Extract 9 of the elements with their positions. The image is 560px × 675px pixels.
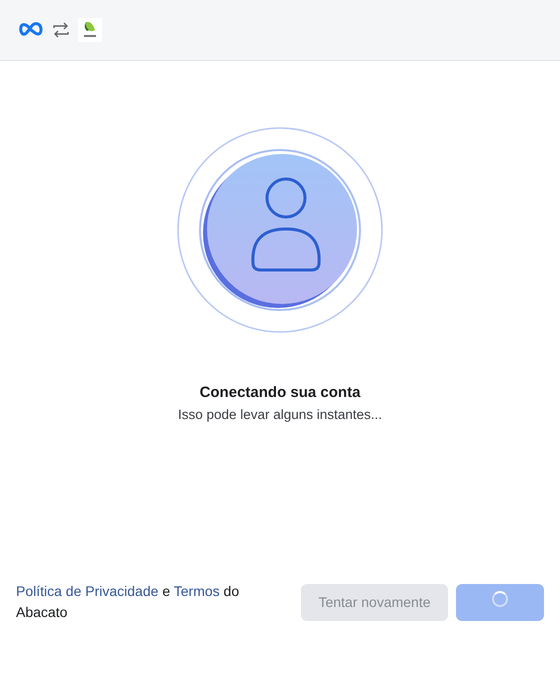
infinity-logo-icon: [18, 22, 44, 38]
status-title: Conectando sua conta: [200, 383, 360, 403]
legal-link[interactable]: Política de Privacidade: [16, 583, 158, 599]
legal-text: Política de Privacidade e Termos do Abacato: [16, 582, 240, 622]
legal-link[interactable]: Termos: [174, 583, 220, 599]
swap-arrows-icon: [52, 22, 70, 38]
spinner-icon: [492, 591, 508, 607]
status-subtitle: Isso pode levar alguns instantes...: [178, 406, 382, 424]
leaf-logo-icon: [78, 18, 102, 42]
